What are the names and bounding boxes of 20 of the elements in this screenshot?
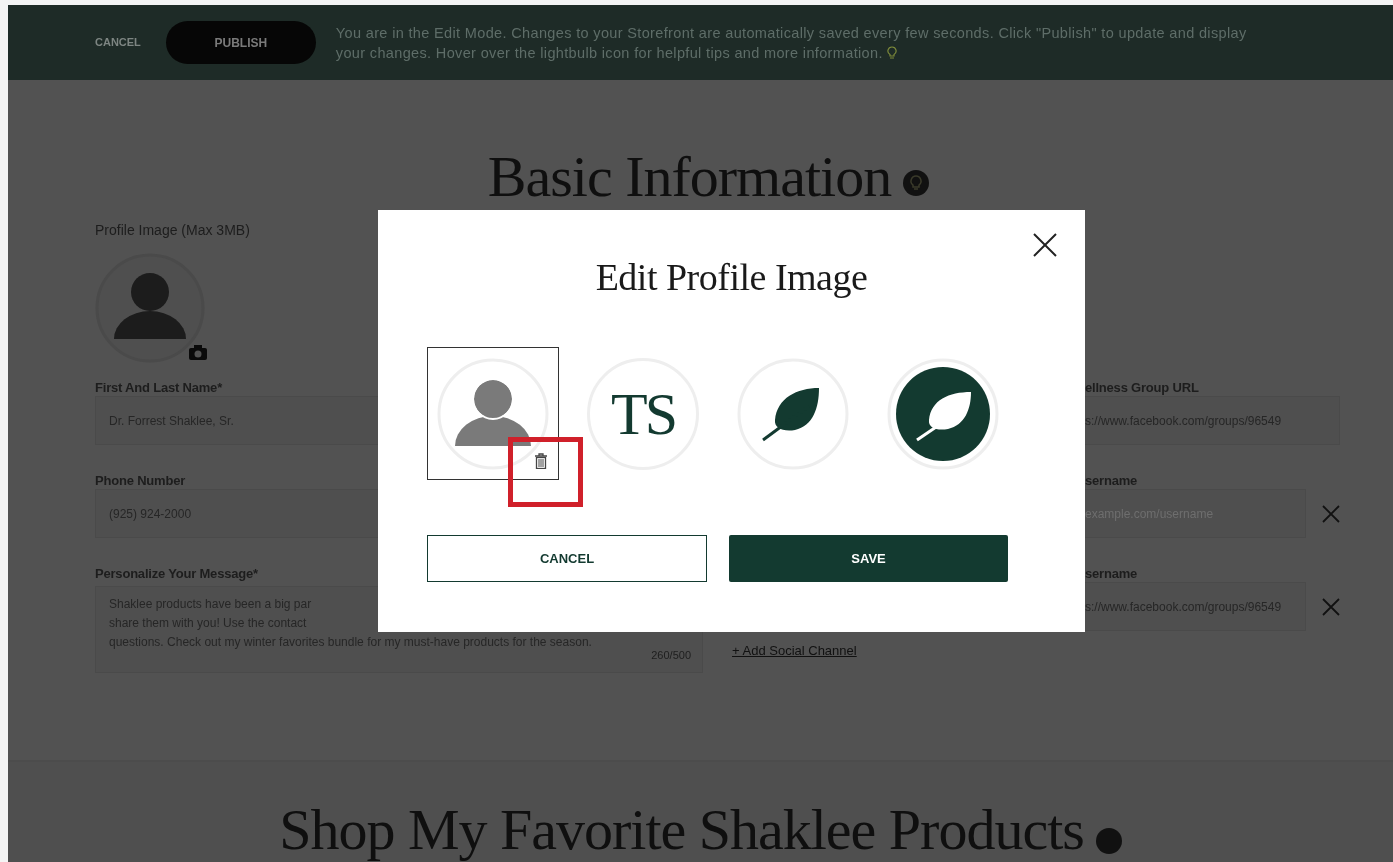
cancel-button[interactable]: CANCEL (427, 535, 707, 582)
avatar-icon (437, 357, 549, 470)
profile-avatar-icon[interactable] (95, 253, 205, 363)
camera-icon[interactable] (189, 345, 207, 360)
leaf-icon (887, 357, 999, 470)
profile-image-option[interactable] (427, 347, 559, 480)
edit-mode-notice: You are in the Edit Mode. Changes to your Storefront are automatically saved every few seconds. Click "Publish" to update and display your changes. Hover over the lightbulb icon for helpful tips and more information. (335, 23, 1248, 63)
initials-text: TS (611, 383, 675, 444)
cancel-button[interactable]: CANCEL (95, 34, 141, 51)
remove-icon[interactable] (1322, 504, 1340, 523)
trash-icon[interactable] (535, 453, 547, 469)
add-social-channel-link[interactable]: + Add Social Channel (732, 641, 857, 661)
modal-title: Edit Profile Image (595, 255, 868, 300)
close-button[interactable] (1032, 232, 1058, 258)
leaf-icon (737, 357, 849, 470)
publish-button[interactable]: PUBLISH (165, 21, 316, 64)
save-button[interactable]: SAVE (729, 535, 1008, 582)
section-title: Basic Information (487, 143, 892, 211)
section-title: Shop My Favorite Shaklee Products (279, 800, 1084, 860)
remove-icon[interactable] (1322, 597, 1340, 616)
